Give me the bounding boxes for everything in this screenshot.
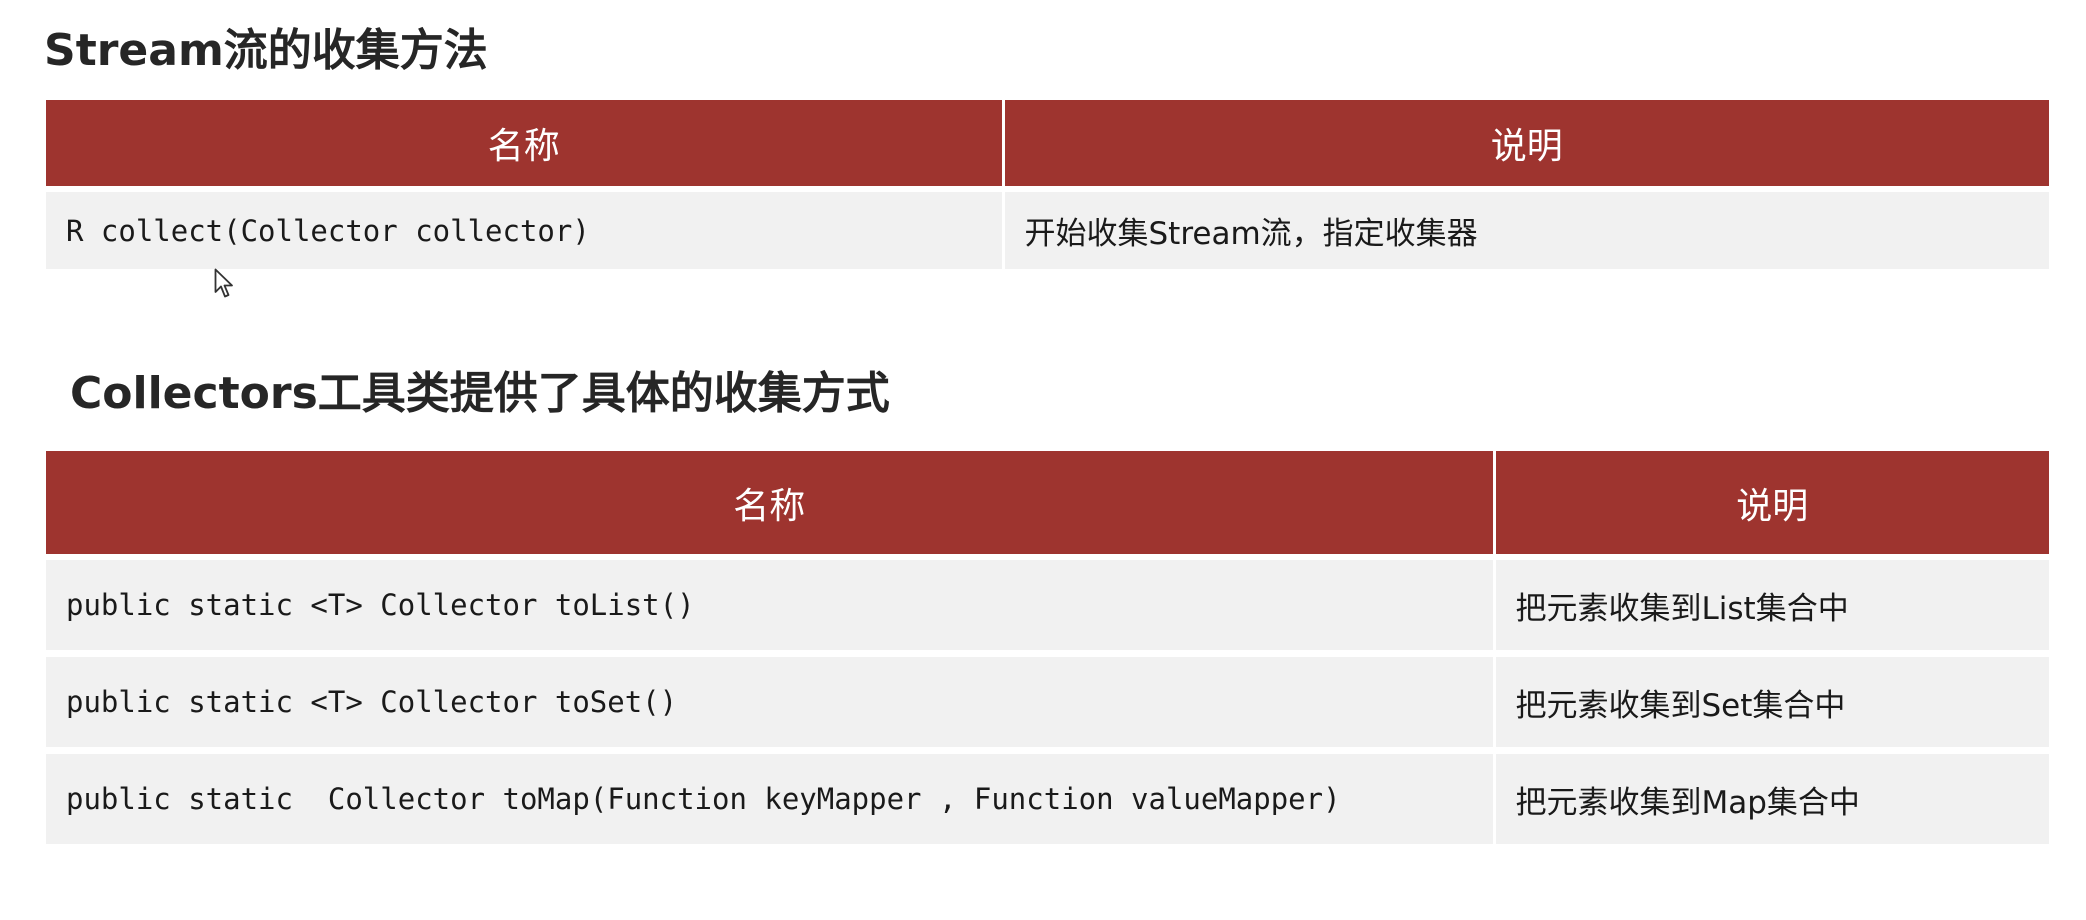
method-signature: public static Collector toMap(Function k… — [46, 750, 1496, 851]
section-title-collectors: Collectors工具类提供了具体的收集方式 — [70, 368, 890, 419]
method-description: 把元素收集到Set集合中 — [1494, 653, 2049, 754]
table-row: public static Collector toMap(Function k… — [46, 750, 2049, 851]
section-title-stream-collect: Stream流的收集方法 — [44, 25, 488, 76]
table-row: R collect(Collector collector) 开始收集Strea… — [46, 189, 2049, 276]
method-signature: public static <T> Collector toSet() — [46, 653, 1496, 754]
method-description: 把元素收集到Map集合中 — [1494, 750, 2049, 851]
column-header-name: 名称 — [46, 100, 1005, 192]
method-description: 把元素收集到List集合中 — [1494, 557, 2049, 657]
table-header-row: 名称 说明 — [46, 100, 2049, 192]
column-header-name: 名称 — [46, 451, 1496, 560]
method-signature: public static <T> Collector toList() — [46, 557, 1496, 657]
stream-collect-table: 名称 说明 R collect(Collector collector) 开始收… — [46, 100, 2049, 276]
table-row: public static <T> Collector toList() 把元素… — [46, 557, 2049, 657]
method-signature: R collect(Collector collector) — [46, 189, 1005, 276]
mouse-pointer-icon — [214, 268, 233, 298]
table-row: public static <T> Collector toSet() 把元素收… — [46, 653, 2049, 754]
method-description: 开始收集Stream流，指定收集器 — [1003, 189, 2049, 276]
collectors-table: 名称 说明 public static <T> Collector toList… — [46, 451, 2049, 851]
column-header-description: 说明 — [1003, 100, 2049, 192]
column-header-description: 说明 — [1494, 451, 2049, 560]
table-header-row: 名称 说明 — [46, 451, 2049, 560]
